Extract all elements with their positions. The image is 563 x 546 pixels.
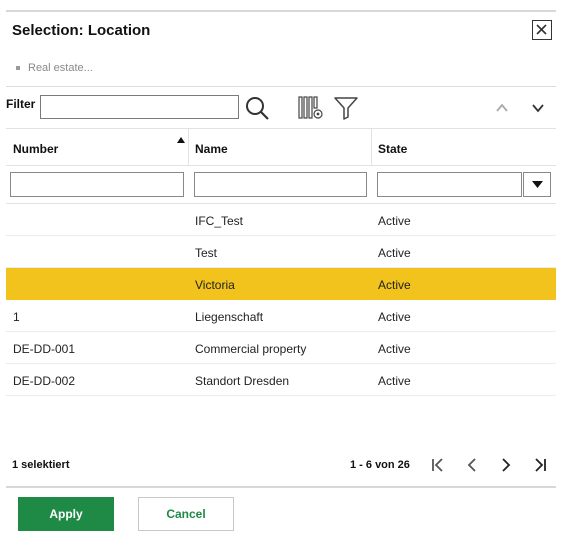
expand-down-button[interactable] [530, 100, 546, 116]
table-row[interactable]: Test Active [6, 236, 556, 268]
chevron-down-icon [532, 104, 544, 113]
column-divider [188, 129, 189, 165]
close-button[interactable] [532, 20, 552, 40]
table-row[interactable]: IFC_Test Active [6, 204, 556, 236]
name-filter-input[interactable] [194, 172, 367, 197]
chevron-up-icon [496, 103, 508, 112]
cell-state: Active [378, 310, 411, 324]
cancel-button[interactable]: Cancel [138, 497, 234, 531]
cell-name: Test [195, 246, 218, 260]
funnel-filter-icon [334, 97, 358, 120]
filter-input[interactable] [40, 95, 239, 119]
last-page-icon [535, 458, 546, 472]
state-filter-select[interactable] [377, 172, 522, 197]
state-filter-dropdown[interactable] [523, 172, 551, 197]
grid-header: Number Name State [6, 128, 556, 166]
selection-count: 1 selektiert [12, 459, 70, 471]
dropdown-arrow-icon [532, 181, 543, 188]
previous-page-button[interactable] [462, 455, 482, 475]
first-page-icon [432, 458, 443, 472]
cell-name: Standort Dresden [195, 374, 290, 388]
cell-name: Victoria [195, 278, 235, 292]
cell-name: Commercial property [195, 342, 307, 356]
cell-name: Liegenschaft [195, 310, 264, 324]
table-row[interactable]: 1 Liegenschaft Active [6, 300, 556, 332]
cell-state: Active [378, 246, 411, 260]
column-filter-row [6, 166, 556, 204]
column-header-state[interactable]: State [378, 142, 407, 156]
filter-toggle-button[interactable] [333, 96, 359, 120]
column-settings-icon [298, 96, 323, 119]
next-page-button[interactable] [496, 455, 516, 475]
cell-state: Active [378, 214, 411, 228]
cell-number: DE-DD-002 [13, 374, 76, 388]
table-row[interactable]: DE-DD-002 Standort Dresden Active [6, 364, 556, 396]
dialog-title: Selection: Location [12, 22, 151, 39]
cell-number: 1 [13, 310, 20, 324]
cell-state: Active [378, 342, 411, 356]
column-header-number[interactable]: Number [13, 142, 58, 156]
cell-number: DE-DD-001 [13, 342, 76, 356]
column-divider [371, 129, 372, 165]
breadcrumb[interactable]: Real estate... [16, 62, 93, 74]
paging-info: 1 - 6 von 26 [350, 459, 410, 471]
table-row[interactable]: DE-DD-001 Commercial property Active [6, 332, 556, 364]
breadcrumb-label: Real estate... [28, 62, 93, 74]
grid-body: IFC_Test Active Test Active Victoria Act… [6, 204, 556, 396]
first-page-button[interactable] [428, 455, 448, 475]
table-row-selected[interactable]: Victoria Active [6, 268, 556, 300]
column-header-name[interactable]: Name [195, 142, 228, 156]
cell-name: IFC_Test [195, 214, 244, 228]
cell-state: Active [378, 278, 411, 292]
last-page-button[interactable] [530, 455, 550, 475]
top-divider [6, 10, 556, 12]
bullet-icon [16, 66, 20, 71]
sort-ascending-icon[interactable] [177, 137, 185, 143]
chevron-left-icon [467, 458, 476, 472]
footer-divider [6, 486, 556, 488]
apply-button[interactable]: Apply [18, 497, 114, 531]
close-icon [536, 24, 547, 35]
chevron-right-icon [502, 458, 511, 472]
header-divider [6, 86, 556, 87]
column-settings-button[interactable] [298, 96, 324, 120]
cell-state: Active [378, 374, 411, 388]
filter-label: Filter [6, 97, 36, 111]
collapse-up-button[interactable] [494, 100, 510, 116]
search-icon [246, 97, 269, 120]
number-filter-input[interactable] [10, 172, 184, 197]
search-button[interactable] [244, 95, 270, 121]
